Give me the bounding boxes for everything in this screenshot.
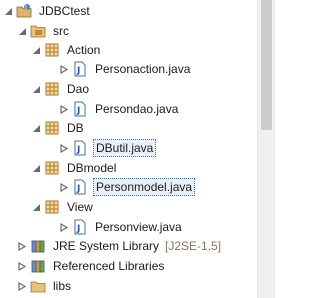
package-name: DB <box>67 121 84 135</box>
svg-text:J: J <box>76 184 80 194</box>
package-name: DBmodel <box>67 161 117 175</box>
package-name: View <box>67 200 93 214</box>
file-name: Persondao.java <box>95 102 179 116</box>
library-version: [J2SE-1.5] <box>165 239 222 253</box>
project-name: JDBCtest <box>39 4 90 18</box>
chevron-down-icon[interactable] <box>30 79 42 99</box>
svg-text:J: J <box>76 145 80 155</box>
svg-text:J: J <box>76 224 80 234</box>
chevron-down-icon[interactable] <box>30 40 42 60</box>
file-name: DButil.java <box>93 139 157 157</box>
chevron-right-icon[interactable] <box>58 177 70 197</box>
library-icon <box>30 258 46 274</box>
file-name: Personaction.java <box>95 62 191 76</box>
tree-row-package-dao[interactable]: Dao <box>30 79 91 99</box>
chevron-down-icon[interactable] <box>30 158 42 178</box>
chevron-right-icon[interactable] <box>16 256 28 276</box>
chevron-right-icon[interactable] <box>58 59 70 79</box>
tree-row-file-dbutil[interactable]: J DButil.java <box>58 138 157 158</box>
chevron-down-icon[interactable] <box>2 1 14 21</box>
file-name: Personmodel.java <box>93 178 196 196</box>
package-name: Dao <box>67 82 90 96</box>
tree-row-package-action[interactable]: Action <box>30 40 102 60</box>
chevron-right-icon[interactable] <box>58 217 70 237</box>
chevron-down-icon[interactable] <box>16 21 28 41</box>
tree-row-referenced-libraries[interactable]: Referenced Libraries <box>16 256 166 276</box>
chevron-down-icon[interactable] <box>30 197 42 217</box>
package-icon <box>44 120 60 136</box>
src-label: src <box>53 24 69 38</box>
java-file-icon: J <box>72 140 88 156</box>
java-file-icon: J <box>72 219 88 235</box>
tree-row-jre-library[interactable]: JRE System Library [J2SE-1.5] <box>16 236 221 256</box>
tree-row-package-db[interactable]: DB <box>30 118 86 138</box>
vertical-scrollbar[interactable] <box>257 0 275 298</box>
svg-text:J: J <box>76 106 80 116</box>
chevron-right-icon[interactable] <box>16 236 28 256</box>
svg-text:J: J <box>76 66 80 76</box>
scrollbar-thumb[interactable] <box>261 0 272 130</box>
library-icon <box>30 238 46 254</box>
svg-text:J: J <box>24 5 26 11</box>
tree-row-file-personmodel[interactable]: J Personmodel.java <box>58 177 196 197</box>
package-icon <box>44 160 60 176</box>
tree-row-file-personaction[interactable]: J Personaction.java <box>58 59 192 79</box>
java-file-icon: J <box>72 61 88 77</box>
java-project-icon: J <box>16 3 32 19</box>
tree-row-package-dbmodel[interactable]: DBmodel <box>30 158 118 178</box>
tree-row-package-view[interactable]: View <box>30 197 95 217</box>
folder-name: libs <box>53 279 72 293</box>
package-icon <box>44 42 60 58</box>
library-name: JRE System Library <box>53 239 160 253</box>
source-folder-icon <box>30 23 46 39</box>
library-name: Referenced Libraries <box>53 259 165 273</box>
package-explorer-tree: J JDBCtest src Action J Personaction.jav… <box>0 0 258 298</box>
tree-row-src[interactable]: src <box>16 21 71 41</box>
chevron-down-icon[interactable] <box>30 118 42 138</box>
tree-row-libs[interactable]: libs <box>16 276 73 296</box>
chevron-right-icon[interactable] <box>58 138 70 158</box>
tree-row-file-personview[interactable]: J Personview.java <box>58 217 184 237</box>
package-icon <box>44 81 60 97</box>
file-name: Personview.java <box>95 220 182 234</box>
folder-icon <box>30 278 46 294</box>
chevron-right-icon[interactable] <box>58 99 70 119</box>
java-file-icon: J <box>72 101 88 117</box>
tree-row-file-persondao[interactable]: J Persondao.java <box>58 99 180 119</box>
tree-row-project[interactable]: J JDBCtest <box>2 1 92 21</box>
package-icon <box>44 199 60 215</box>
package-name: Action <box>67 43 101 57</box>
chevron-right-icon[interactable] <box>16 276 28 296</box>
java-file-icon: J <box>72 179 88 195</box>
